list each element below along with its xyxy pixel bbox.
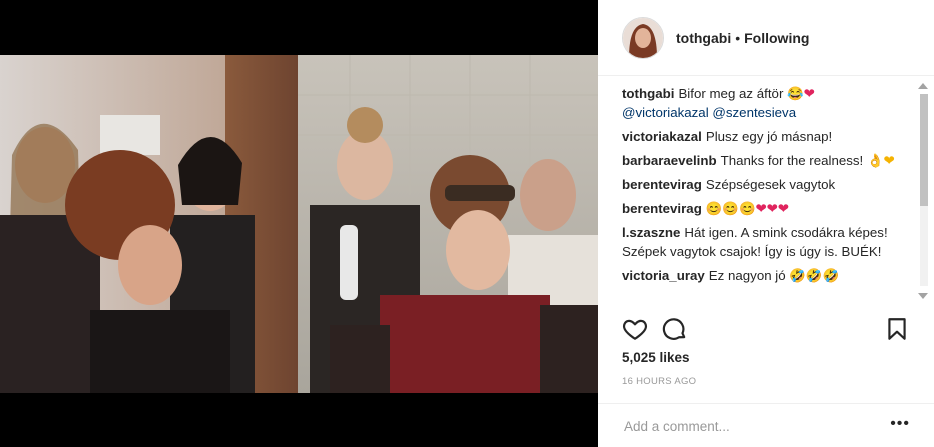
comment-item: barbaraevelinb Thanks for the realness! 👌… (622, 151, 912, 170)
comment-icon[interactable] (662, 316, 688, 342)
comment-username[interactable]: berentevirag (622, 177, 702, 192)
comment-username[interactable]: l.szaszne (622, 225, 680, 240)
comment-item: berentevirag Szépségesek vagytok (622, 175, 912, 194)
comment-input[interactable] (622, 414, 886, 438)
comments-list: tothgabi Bifor meg az áftör 😂❤ @victoriak… (622, 84, 912, 305)
comment-username[interactable]: barbaraevelinb (622, 153, 717, 168)
scroll-up-arrow-icon[interactable] (918, 83, 928, 89)
action-bar (622, 316, 910, 342)
post-header: tothgabi • Following (598, 0, 934, 76)
heart-icon[interactable] (622, 316, 648, 342)
comment-username[interactable]: victoriakazal (622, 129, 702, 144)
more-options-icon[interactable]: ••• (890, 415, 910, 433)
post-photo-image (0, 55, 598, 393)
comment-emoji: 😊😊😊 (705, 201, 756, 216)
comment-item: victoria_uray Ez nagyon jó 🤣🤣🤣 (622, 266, 912, 285)
comment-emoji: 🤣🤣🤣 (789, 268, 840, 283)
caption-emoji: 😂❤ (787, 86, 815, 101)
comment-item: berentevirag 😊😊😊❤❤❤ (622, 199, 912, 218)
likes-count[interactable]: 5,025 likes (622, 350, 690, 365)
caption-username[interactable]: tothgabi (622, 86, 674, 101)
photo-pane (0, 0, 598, 447)
mention-link[interactable]: @szentesieva (712, 105, 796, 120)
bookmark-icon[interactable] (884, 316, 910, 342)
post-timestamp[interactable]: 16 HOURS AGO (622, 376, 696, 387)
following-button[interactable]: Following (744, 30, 809, 46)
caption-text: Bifor meg az áftör (678, 86, 784, 101)
header-username[interactable]: tothgabi (676, 30, 731, 46)
post-photo[interactable] (0, 55, 598, 393)
scroll-down-arrow-icon[interactable] (918, 293, 928, 299)
avatar[interactable] (622, 16, 664, 59)
comment-item: l.szaszne Hát igen. A smink csodákra képe… (622, 223, 912, 261)
comments-scrollbar[interactable] (916, 80, 931, 302)
post-sidebar: tothgabi • Following tothgabi Bifor meg a… (598, 0, 934, 447)
comment-username[interactable]: victoria_uray (622, 268, 705, 283)
scrollbar-thumb[interactable] (920, 94, 928, 206)
header-separator: • (735, 29, 741, 46)
comment-text: Plusz egy jó másnap! (705, 129, 833, 144)
mention-link[interactable]: @victoriakazal (622, 105, 709, 120)
comment-text: Ez nagyon jó (708, 268, 786, 283)
comment-text: Thanks for the realness! (720, 153, 864, 168)
caption: tothgabi Bifor meg az áftör 😂❤ @victoriak… (622, 84, 912, 122)
comment-username[interactable]: berentevirag (622, 201, 702, 216)
comment-emoji: ❤❤❤ (755, 201, 789, 216)
comment-emoji: 👌❤ (866, 153, 895, 168)
comment-item: victoriakazal Plusz egy jó másnap! (622, 127, 912, 146)
comment-text: Szépségesek vagytok (705, 177, 836, 192)
add-comment-section: ••• (598, 403, 934, 447)
